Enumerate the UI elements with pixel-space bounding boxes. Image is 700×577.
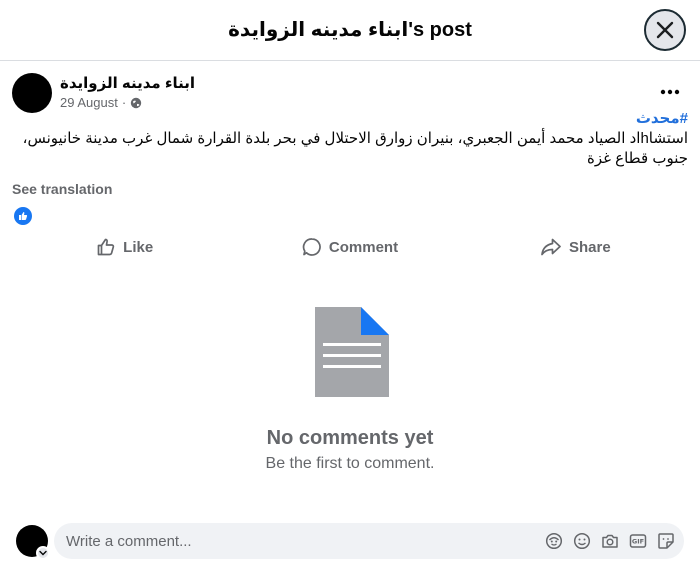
share-button[interactable]: Share [463,229,688,265]
meta-separator: · [121,95,127,110]
comment-input[interactable] [66,523,526,559]
share-icon [541,238,561,256]
empty-comments-subtitle: Be the first to comment. [265,455,435,472]
share-label: Share [568,238,611,256]
like-reaction-icon[interactable] [14,207,32,225]
hashtag-link[interactable]: #محدث [12,109,688,129]
comment-label: Comment [328,238,399,256]
comment-composer: GIF [54,523,684,559]
post-date[interactable]: 29 August [60,95,118,110]
close-icon [656,21,674,39]
dialog-title: ابناء مدينه الزوايدة's post [228,19,472,41]
emoji-icon[interactable] [572,531,592,551]
post-actions: Like Comment Share [12,229,688,265]
post-text: #محدث استشاhاد الصياد محمد أيمن الجعبري،… [12,109,688,169]
avatar-sticker-icon[interactable] [544,531,564,551]
author-avatar[interactable] [12,73,52,113]
more-options-button[interactable] [652,74,688,110]
no-comments-document-icon [315,307,389,397]
close-button[interactable] [644,9,686,51]
like-button[interactable]: Like [12,229,237,265]
chevron-down-icon [39,550,47,556]
dialog-header: ابناء مدينه الزوايدة's post [0,0,700,61]
like-label: Like [123,238,154,256]
composer-icon-row: GIF [544,531,676,551]
post-body: استشاhاد الصياد محمد أيمن الجعبري، بنيرا… [22,130,688,167]
svg-text:GIF: GIF [632,538,644,546]
post-meta: 29 August · [60,95,142,110]
comment-button[interactable]: Comment [237,229,462,265]
camera-icon[interactable] [600,531,620,551]
gif-icon[interactable]: GIF [628,531,648,551]
globe-icon [130,97,142,108]
profile-switch-badge[interactable] [36,546,50,560]
sticker-icon[interactable] [656,531,676,551]
more-dots-icon [660,89,680,95]
like-icon [97,238,115,256]
comment-icon [302,238,321,256]
thumbs-up-icon [19,212,28,220]
empty-comments-title: No comments yet [266,427,434,449]
see-translation-link[interactable]: See translation [12,181,112,197]
author-name[interactable]: ابناء مدينه الزوايدة [60,74,195,92]
